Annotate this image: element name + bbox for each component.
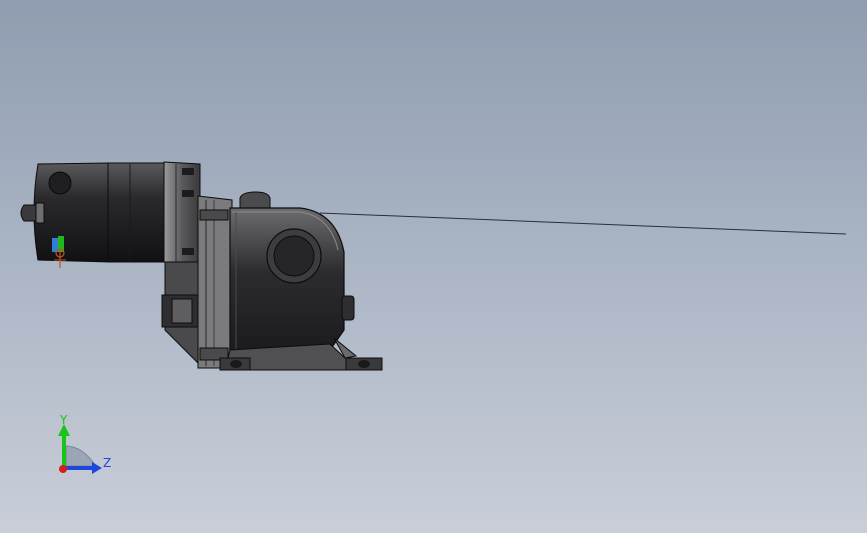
reference-triad: Y Z xyxy=(40,410,130,490)
motor-flange xyxy=(163,161,201,263)
triad-y-label: Y xyxy=(60,413,68,427)
thread-line xyxy=(319,212,847,235)
model-scene[interactable] xyxy=(0,0,867,533)
graphics-viewport[interactable]: Y Z xyxy=(0,0,867,533)
gearbox-top-boss xyxy=(239,191,271,211)
housing-side-boss xyxy=(341,295,355,321)
motor-end-cap-hole xyxy=(48,171,72,195)
motor-shaft-collar xyxy=(35,202,45,224)
triad-axes-icon xyxy=(58,424,102,474)
gearbox-plate xyxy=(197,195,233,369)
motor-can xyxy=(107,162,166,263)
origin-marker-icon xyxy=(52,236,66,268)
triad-z-label: Z xyxy=(103,456,112,470)
motor-end-cap xyxy=(33,162,111,263)
